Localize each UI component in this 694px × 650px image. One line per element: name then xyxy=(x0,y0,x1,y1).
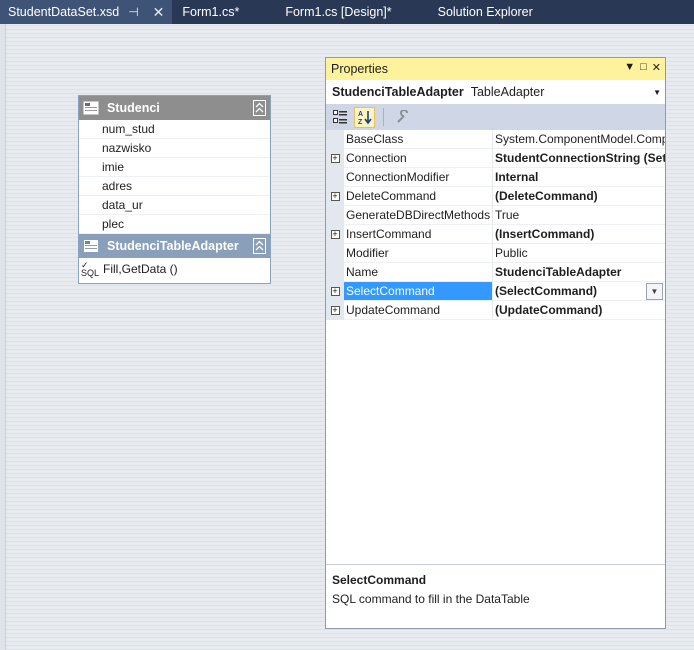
property-row-modifier[interactable]: Modifier Public xyxy=(326,244,665,263)
property-value[interactable]: Internal xyxy=(493,168,665,187)
description-text: SQL command to fill in the DataTable xyxy=(332,592,530,606)
property-name: BaseClass xyxy=(344,130,493,149)
sql-query-icon: ✓ SQL xyxy=(81,260,100,278)
properties-title-bar[interactable]: Properties ▼ □ ✕ xyxy=(326,58,665,80)
column-item[interactable]: num_stud xyxy=(79,120,270,139)
tab-label: Solution Explorer xyxy=(437,5,533,19)
expand-plus-icon[interactable]: + xyxy=(330,287,340,296)
property-row-connectionmodifier[interactable]: ConnectionModifier Internal xyxy=(326,168,665,187)
properties-window: Properties ▼ □ ✕ StudenciTableAdapter Ta… xyxy=(325,57,666,629)
property-row-name[interactable]: Name StudenciTableAdapter xyxy=(326,263,665,282)
property-value[interactable]: StudentConnectionString (Settings) xyxy=(493,149,665,168)
column-item[interactable]: nazwisko xyxy=(79,139,270,158)
value-dropdown-button[interactable]: ▼ xyxy=(646,283,663,300)
alphabetical-button[interactable]: A Z xyxy=(354,106,375,128)
property-value[interactable]: StudenciTableAdapter xyxy=(493,263,665,282)
property-value[interactable]: (DeleteCommand) xyxy=(493,187,665,206)
svg-text:Z: Z xyxy=(358,119,363,125)
collapse-chevron-icon[interactable] xyxy=(253,238,266,254)
description-title: SelectCommand xyxy=(332,573,427,587)
property-name: UpdateCommand xyxy=(344,301,493,320)
column-item[interactable]: data_ur xyxy=(79,196,270,215)
datatable-title: Studenci xyxy=(107,101,160,115)
query-fill-getdata[interactable]: ✓ SQL Fill,GetData () xyxy=(79,258,270,280)
datatable-studenci[interactable]: Studenci num_stud nazwisko imie adres da… xyxy=(78,95,271,284)
tab-label: Form1.cs [Design]* xyxy=(285,5,392,19)
dropdown-arrow-icon[interactable]: ▼ xyxy=(624,61,635,74)
sort-alphabetical-icon: A Z xyxy=(358,111,372,125)
property-name: Name xyxy=(344,263,493,282)
property-name: DeleteCommand xyxy=(344,187,493,206)
object-name: StudenciTableAdapter xyxy=(332,85,464,99)
chevron-down-icon: ▼ xyxy=(653,87,661,97)
expand-plus-icon[interactable]: + xyxy=(330,154,340,163)
object-type: TableAdapter xyxy=(470,85,545,99)
object-selector[interactable]: StudenciTableAdapter TableAdapter ▼ xyxy=(326,80,665,104)
property-value[interactable]: System.ComponentModel.Component xyxy=(493,130,665,149)
toolbar-separator xyxy=(383,108,384,126)
property-pages-button[interactable] xyxy=(392,107,413,128)
expand-plus-icon[interactable]: + xyxy=(330,192,340,201)
query-label: Fill,GetData () xyxy=(103,262,178,276)
tab-solution-explorer[interactable]: Solution Explorer xyxy=(400,0,541,24)
expand-plus-icon[interactable]: + xyxy=(330,306,340,315)
tab-studentdataset[interactable]: StudentDataSet.xsd ⊣ ✕ xyxy=(0,0,173,24)
column-item[interactable]: plec xyxy=(79,215,270,234)
wrench-icon xyxy=(396,110,408,123)
property-row-generatedbdirectmethods[interactable]: GenerateDBDirectMethods True xyxy=(326,206,665,225)
expand-plus-icon[interactable]: + xyxy=(330,230,340,239)
property-name: Connection xyxy=(344,149,493,168)
property-row-baseclass[interactable]: BaseClass System.ComponentModel.Componen… xyxy=(326,130,665,149)
tableadapter-header[interactable]: StudenciTableAdapter xyxy=(79,234,270,258)
property-grid: BaseClass System.ComponentModel.Componen… xyxy=(326,130,665,320)
column-list: num_stud nazwisko imie adres data_ur ple… xyxy=(79,120,270,234)
property-row-connection[interactable]: + Connection StudentConnectionString (Se… xyxy=(326,149,665,168)
property-value[interactable]: (SelectCommand) xyxy=(493,282,665,301)
property-description-panel: SelectCommand SQL command to fill in the… xyxy=(326,564,665,628)
properties-title: Properties xyxy=(331,62,388,76)
svg-text:A: A xyxy=(358,111,363,118)
tab-label: StudentDataSet.xsd xyxy=(8,5,120,19)
property-name: ConnectionModifier xyxy=(344,168,493,187)
property-row-deletecommand[interactable]: + DeleteCommand (DeleteCommand) xyxy=(326,187,665,206)
categorized-button[interactable] xyxy=(330,107,351,128)
property-value[interactable]: True xyxy=(493,206,665,225)
property-name: GenerateDBDirectMethods xyxy=(344,206,493,225)
column-item[interactable]: adres xyxy=(79,177,270,196)
datatable-header[interactable]: Studenci xyxy=(79,96,270,120)
tab-form1-design[interactable]: Form1.cs [Design]* xyxy=(247,0,399,24)
properties-toolbar: A Z xyxy=(326,104,665,130)
pin-icon[interactable]: ⊣ xyxy=(128,5,138,19)
tableadapter-icon xyxy=(84,240,98,252)
property-value[interactable]: Public xyxy=(493,244,665,263)
maximize-icon[interactable]: □ xyxy=(640,61,647,74)
close-icon[interactable]: ✕ xyxy=(153,4,165,21)
tab-form1-cs[interactable]: Form1.cs* xyxy=(172,0,247,24)
property-row-selectcommand[interactable]: + SelectCommand (SelectCommand) ▼ xyxy=(326,282,665,301)
column-item[interactable]: imie xyxy=(79,158,270,177)
collapse-chevron-icon[interactable] xyxy=(253,100,266,116)
categorized-icon xyxy=(333,110,347,124)
property-name: InsertCommand xyxy=(344,225,493,244)
table-icon xyxy=(83,101,99,115)
property-value[interactable]: (UpdateCommand) xyxy=(493,301,665,320)
property-row-updatecommand[interactable]: + UpdateCommand (UpdateCommand) xyxy=(326,301,665,320)
tab-label: Form1.cs* xyxy=(182,5,240,19)
document-tab-strip: StudentDataSet.xsd ⊣ ✕ Form1.cs* Form1.c… xyxy=(0,0,694,24)
sql-icon-label: SQL xyxy=(81,268,100,278)
property-row-insertcommand[interactable]: + InsertCommand (InsertCommand) xyxy=(326,225,665,244)
property-value[interactable]: (InsertCommand) xyxy=(493,225,665,244)
close-icon[interactable]: ✕ xyxy=(652,61,661,74)
property-name: SelectCommand xyxy=(344,282,493,301)
tableadapter-title: StudenciTableAdapter xyxy=(107,239,239,253)
property-name: Modifier xyxy=(344,244,493,263)
